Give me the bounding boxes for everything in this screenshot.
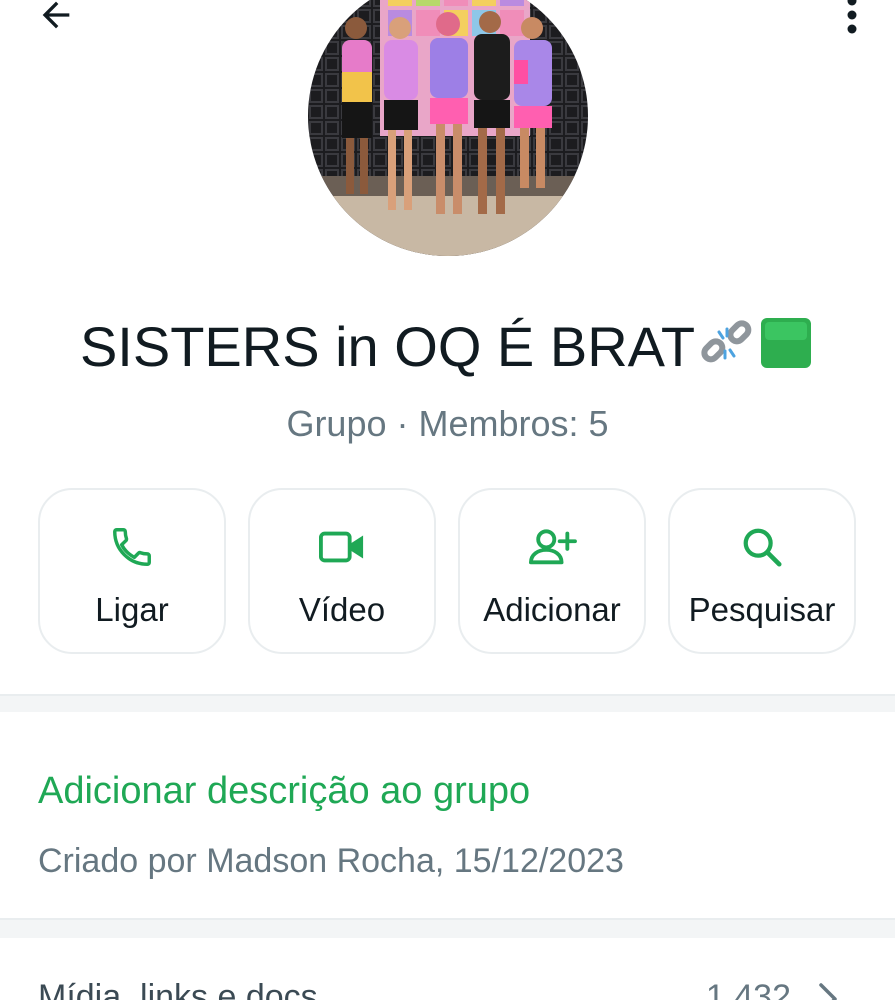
search-label: Pesquisar [688, 591, 836, 628]
call-label: Ligar [95, 591, 169, 628]
video-label: Vídeo [298, 591, 386, 628]
chevron-right-icon [819, 983, 837, 1000]
group-subtitle: Grupo · Membros: 5 [286, 403, 609, 444]
search-button[interactable]: Pesquisar [668, 488, 856, 654]
more-options-button[interactable] [837, 0, 867, 38]
search-icon [743, 528, 782, 567]
call-button[interactable]: Ligar [38, 488, 226, 654]
video-camera-icon [318, 531, 364, 563]
broken-chain-emoji [697, 314, 755, 388]
action-buttons: Ligar Vídeo Adicionar Pesquisar [38, 488, 858, 658]
created-by-text: Criado por Madson Rocha, 15/12/2023 [38, 842, 624, 880]
add-description-link[interactable]: Adicionar descrição ao grupo [38, 768, 530, 814]
group-avatar[interactable] [308, 0, 588, 256]
media-label: Mídia, links e docs [38, 978, 318, 1000]
add-member-label: Adicionar [483, 591, 621, 628]
media-count: 1.432 [705, 978, 791, 1000]
add-member-button[interactable]: Adicionar [458, 488, 646, 654]
add-person-icon [529, 529, 577, 565]
arrow-left-icon [42, 1, 70, 29]
section-divider [0, 918, 895, 938]
section-divider [0, 694, 895, 712]
back-button[interactable] [30, 0, 82, 38]
green-square-emoji [757, 314, 815, 388]
media-links-docs-row[interactable]: Mídia, links e docs 1.432 [0, 938, 895, 1000]
description-section: Adicionar descrição ao grupo Criado por … [0, 712, 895, 918]
group-name-text: SISTERS in OQ É BRAT [79, 315, 696, 378]
group-photo [308, 0, 588, 256]
phone-icon [113, 528, 151, 566]
video-button[interactable]: Vídeo [248, 488, 436, 654]
group-name[interactable]: SISTERS in OQ É BRAT [0, 312, 895, 388]
more-vert-icon [847, 0, 857, 34]
